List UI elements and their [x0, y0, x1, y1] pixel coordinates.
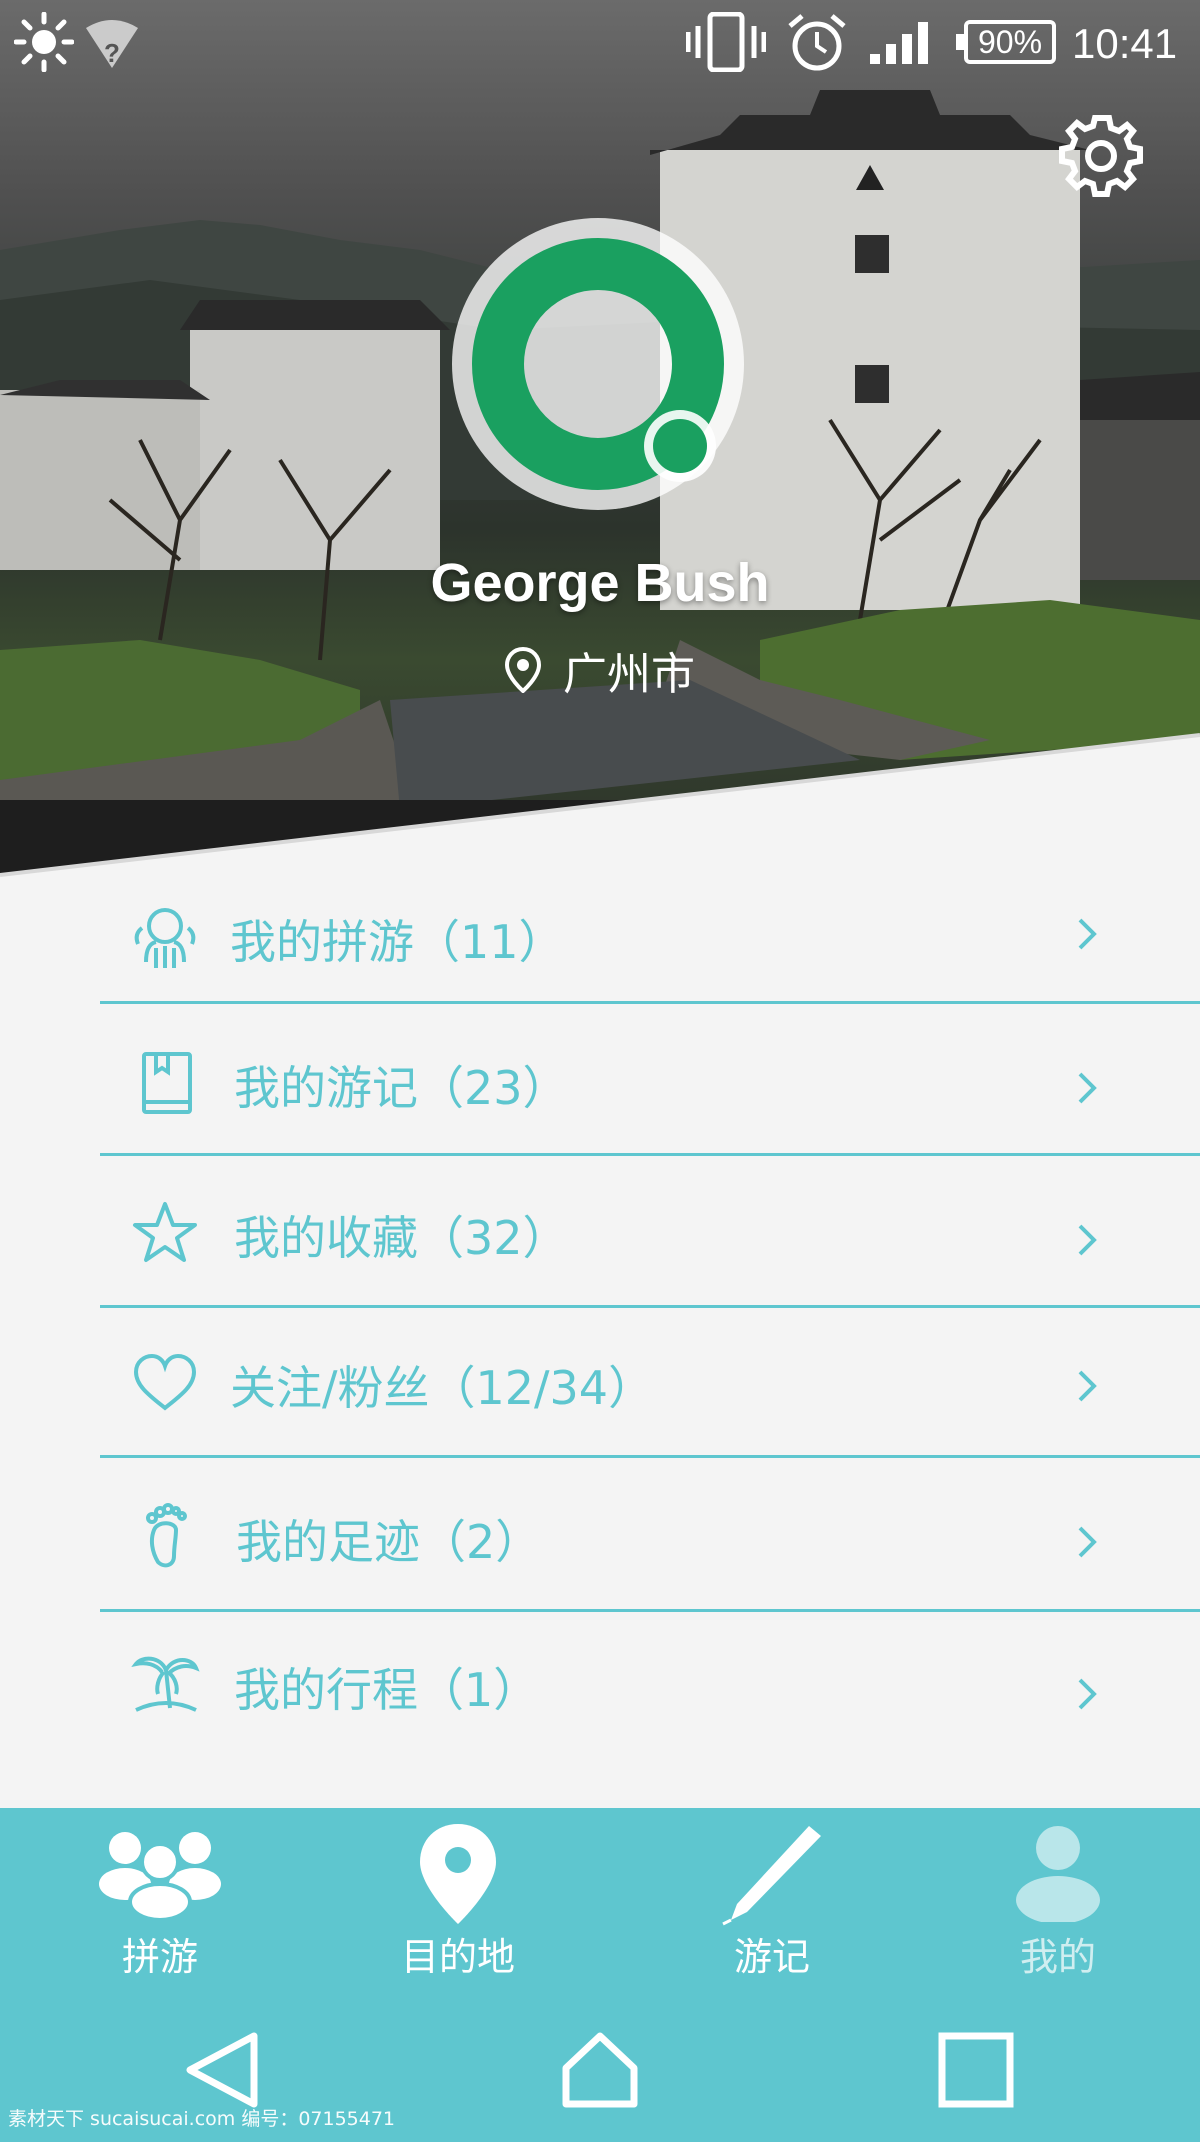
chevron-right-icon [1078, 1678, 1097, 1710]
menu-label: 我的收藏（32） [234, 1211, 569, 1265]
chevron-right-icon [1078, 918, 1097, 950]
tab-label: 我的 [1019, 1935, 1096, 1979]
person-icon [1016, 1826, 1100, 1922]
wifi-unknown-icon: ? [86, 20, 138, 68]
home-icon[interactable] [560, 2030, 640, 2110]
menu-item-my-footprints[interactable]: 我的足迹（2） [100, 1458, 1200, 1612]
menu-label: 我的行程（1） [234, 1663, 540, 1717]
user-location: 广州市 [0, 638, 1200, 702]
tab-mine[interactable]: 我的 [938, 1808, 1178, 1988]
profile-header: ? 90% 10:41 George Bush 广州市 [0, 0, 1200, 880]
battery-indicator: 90% [956, 20, 1056, 64]
location-pin-icon [420, 1824, 496, 1924]
chevron-right-icon [1078, 1370, 1097, 1402]
brightness-icon [14, 12, 74, 72]
back-icon[interactable] [182, 2030, 262, 2110]
chevron-right-icon [1078, 1526, 1097, 1558]
avatar[interactable] [452, 218, 744, 510]
tab-label: 目的地 [400, 1935, 515, 1979]
menu-label: 关注/粉丝（12/34） [230, 1361, 655, 1415]
clock: 10:41 [1072, 20, 1178, 67]
menu-label: 我的足迹（2） [236, 1515, 542, 1569]
footprint-icon [146, 1503, 187, 1568]
watermark-text: 素材天下 sucaisucai.com 编号：07155471 [8, 2108, 396, 2130]
palm-tree-icon [131, 1656, 200, 1712]
tab-destinations[interactable]: 目的地 [338, 1808, 578, 1988]
heart-icon [133, 1353, 197, 1411]
vibrate-icon [686, 12, 766, 72]
people-icon [99, 1832, 221, 1922]
gear-icon[interactable] [1056, 110, 1146, 200]
group-icon [134, 908, 196, 968]
menu-item-my-travel-notes[interactable]: 我的游记（23） [100, 1004, 1200, 1156]
menu-item-follow-fans[interactable]: 关注/粉丝（12/34） [100, 1308, 1200, 1458]
tab-travel-notes[interactable]: 游记 [652, 1808, 892, 1988]
signal-icon [870, 22, 928, 64]
user-name: George Bush [430, 553, 770, 613]
menu-item-my-favorites[interactable]: 我的收藏（32） [100, 1156, 1200, 1308]
menu-item-my-group-tours[interactable]: 我的拼游（11） [100, 880, 1200, 1004]
tab-label: 拼游 [121, 1935, 198, 1979]
svg-text:?: ? [104, 38, 120, 68]
menu-item-my-itinerary[interactable]: 我的行程（1） [100, 1612, 1200, 1762]
location-pin-icon [505, 647, 541, 693]
menu-label: 我的拼游（11） [230, 915, 565, 969]
chevron-right-icon [1078, 1072, 1097, 1104]
status-bar: ? 90% 10:41 [0, 0, 1200, 90]
book-icon [142, 1052, 192, 1114]
menu-label: 我的游记（23） [234, 1061, 569, 1115]
alarm-icon [788, 14, 846, 71]
pen-icon [722, 1826, 821, 1926]
tab-label: 游记 [733, 1935, 810, 1979]
location-text: 广州市 [563, 649, 695, 700]
star-icon [133, 1202, 197, 1262]
recents-icon[interactable] [936, 2030, 1016, 2110]
tab-group-tours[interactable]: 拼游 [40, 1808, 280, 1988]
chevron-right-icon [1078, 1224, 1097, 1256]
